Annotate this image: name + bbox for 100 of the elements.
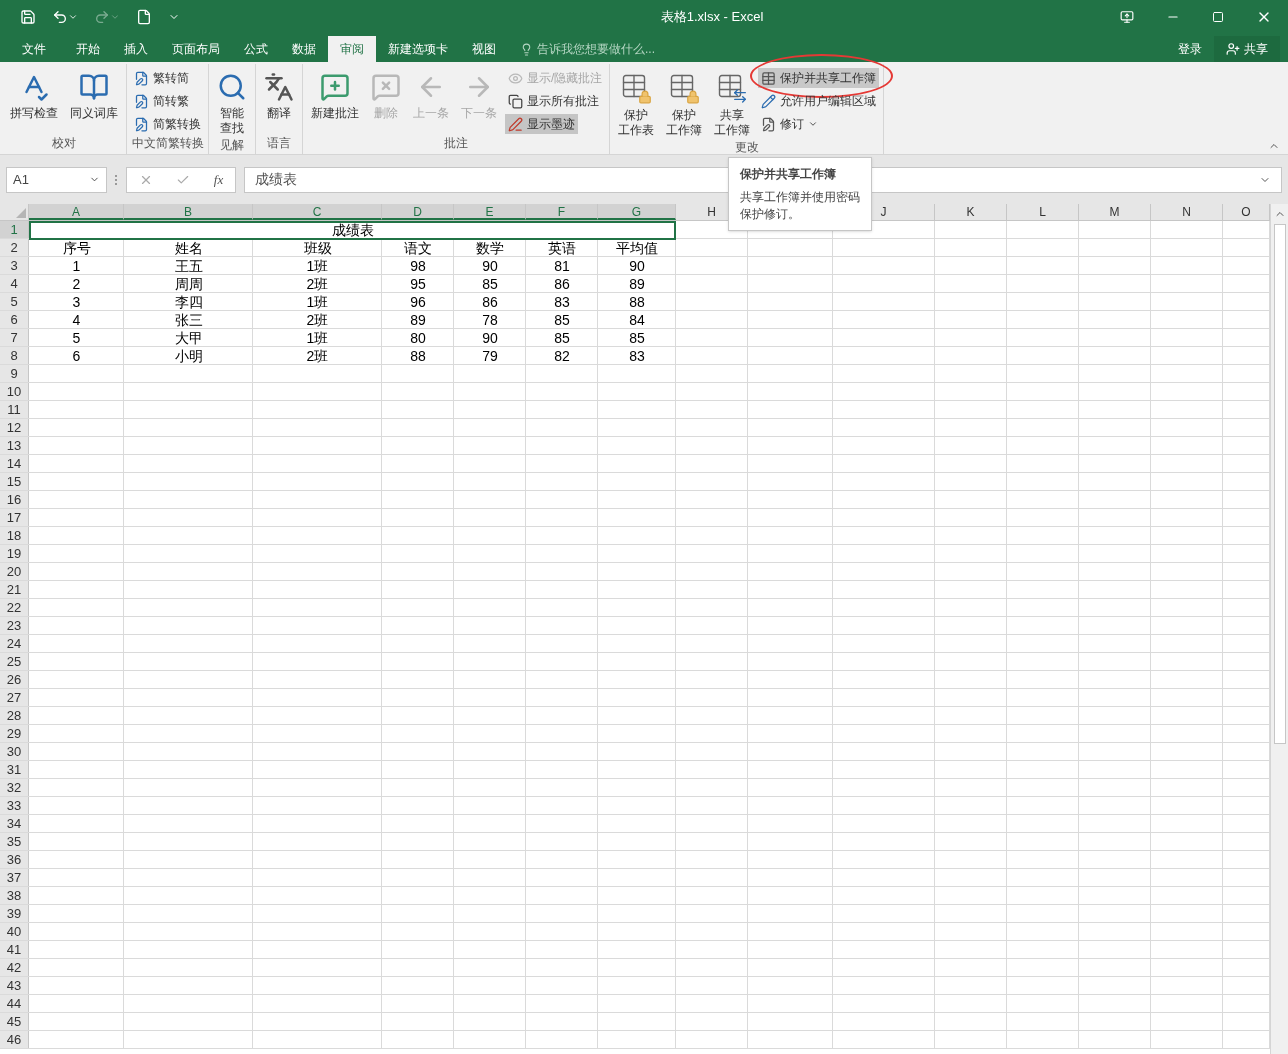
name-box[interactable]: A1 bbox=[6, 166, 107, 193]
ribbon-button[interactable]: 保护 工作表 bbox=[614, 68, 659, 138]
column-header[interactable]: B bbox=[124, 204, 253, 220]
ribbon-button[interactable]: 显示墨迹 bbox=[505, 114, 578, 134]
row-header[interactable]: 18 bbox=[0, 527, 29, 544]
row-header[interactable]: 17 bbox=[0, 509, 29, 526]
ribbon-button[interactable]: 共享 工作簿 bbox=[710, 68, 755, 138]
ribbon-tab[interactable]: 新建选项卡 bbox=[376, 36, 460, 62]
ribbon-tab[interactable]: 审阅 bbox=[328, 36, 376, 62]
row-header[interactable]: 46 bbox=[0, 1031, 29, 1048]
vertical-scrollbar[interactable] bbox=[1270, 204, 1288, 1054]
row-header[interactable]: 23 bbox=[0, 617, 29, 634]
ribbon-button[interactable]: 简繁转换 bbox=[131, 114, 204, 134]
ribbon-button[interactable]: 保护 工作簿 bbox=[662, 68, 707, 138]
row-header[interactable]: 3 bbox=[0, 257, 29, 274]
tell-me-field[interactable]: 告诉我您想要做什么... bbox=[508, 36, 667, 62]
row-header[interactable]: 13 bbox=[0, 437, 29, 454]
ribbon-tab[interactable]: 文件 bbox=[4, 36, 64, 62]
column-header[interactable]: D bbox=[382, 204, 454, 220]
ribbon-display-icon[interactable] bbox=[1120, 10, 1134, 24]
group-label: 见解 bbox=[219, 137, 245, 154]
row-header[interactable]: 34 bbox=[0, 815, 29, 832]
maximize-icon[interactable] bbox=[1212, 11, 1224, 23]
ribbon-button[interactable]: 允许用户编辑区域 bbox=[758, 91, 880, 111]
undo-icon[interactable] bbox=[52, 9, 68, 25]
ribbon-button[interactable]: 智能 查找 bbox=[213, 68, 251, 136]
ribbon-button[interactable]: 显示所有批注 bbox=[505, 91, 602, 111]
row-header[interactable]: 7 bbox=[0, 329, 29, 346]
scroll-thumb[interactable] bbox=[1273, 224, 1286, 744]
row-header[interactable]: 29 bbox=[0, 725, 29, 742]
column-header[interactable]: K bbox=[935, 204, 1007, 220]
row-header[interactable]: 27 bbox=[0, 689, 29, 706]
save-icon[interactable] bbox=[20, 9, 36, 25]
row-header[interactable]: 30 bbox=[0, 743, 29, 760]
row-header[interactable]: 21 bbox=[0, 581, 29, 598]
row-header[interactable]: 26 bbox=[0, 671, 29, 688]
ribbon-tab[interactable]: 页面布局 bbox=[160, 36, 232, 62]
row-header[interactable]: 41 bbox=[0, 941, 29, 958]
ribbon-button[interactable]: 修订 bbox=[758, 114, 822, 134]
new-file-icon[interactable] bbox=[136, 9, 152, 25]
ribbon-button[interactable]: 新建批注 bbox=[307, 68, 363, 121]
row-header[interactable]: 11 bbox=[0, 401, 29, 418]
row-header[interactable]: 22 bbox=[0, 599, 29, 616]
row-header[interactable]: 9 bbox=[0, 365, 29, 382]
column-header[interactable]: E bbox=[454, 204, 526, 220]
row-header[interactable]: 4 bbox=[0, 275, 29, 292]
row-header[interactable]: 45 bbox=[0, 1013, 29, 1030]
column-header[interactable]: G bbox=[598, 204, 676, 220]
row-header[interactable]: 5 bbox=[0, 293, 29, 310]
row-header[interactable]: 31 bbox=[0, 761, 29, 778]
row-header[interactable]: 28 bbox=[0, 707, 29, 724]
column-header[interactable]: F bbox=[526, 204, 598, 220]
column-header[interactable]: C bbox=[253, 204, 382, 220]
redo-icon[interactable] bbox=[94, 9, 110, 25]
ribbon-tab[interactable]: 公式 bbox=[232, 36, 280, 62]
function-icon[interactable]: fx bbox=[213, 169, 224, 190]
title-cell[interactable]: 成绩表 bbox=[29, 221, 676, 240]
row-header[interactable]: 24 bbox=[0, 635, 29, 652]
row-header[interactable]: 39 bbox=[0, 905, 29, 922]
row-header[interactable]: 36 bbox=[0, 851, 29, 868]
row-header[interactable]: 38 bbox=[0, 887, 29, 904]
caret-icon[interactable] bbox=[68, 12, 78, 22]
column-header[interactable]: L bbox=[1007, 204, 1079, 220]
ribbon-tab[interactable]: 开始 bbox=[64, 36, 112, 62]
row-header[interactable]: 37 bbox=[0, 869, 29, 886]
ribbon-tab[interactable]: 插入 bbox=[112, 36, 160, 62]
row-header[interactable]: 15 bbox=[0, 473, 29, 490]
ribbon-button[interactable]: 同义词库 bbox=[66, 68, 122, 121]
sign-in-link[interactable]: 登录 bbox=[1166, 36, 1214, 62]
row-header[interactable]: 44 bbox=[0, 995, 29, 1012]
row-header[interactable]: 19 bbox=[0, 545, 29, 562]
row-header[interactable]: 1 bbox=[0, 221, 29, 238]
column-header[interactable]: M bbox=[1079, 204, 1151, 220]
row-header[interactable]: 20 bbox=[0, 563, 29, 580]
row-header[interactable]: 33 bbox=[0, 797, 29, 814]
row-header[interactable]: 8 bbox=[0, 347, 29, 364]
row-header[interactable]: 10 bbox=[0, 383, 29, 400]
ribbon-button[interactable]: 翻译 bbox=[260, 68, 298, 121]
ribbon-button[interactable]: 保护并共享工作簿 bbox=[758, 68, 880, 88]
caret-icon[interactable] bbox=[110, 12, 120, 22]
ribbon-button[interactable]: 拼写检查 bbox=[6, 68, 62, 121]
row-header[interactable]: 35 bbox=[0, 833, 29, 850]
ribbon-tab[interactable]: 视图 bbox=[460, 36, 508, 62]
row-header[interactable]: 6 bbox=[0, 311, 29, 328]
ribbon-button[interactable]: 简转繁 bbox=[131, 91, 192, 111]
ribbon-tab[interactable]: 数据 bbox=[280, 36, 328, 62]
row-header[interactable]: 2 bbox=[0, 239, 29, 256]
row-header[interactable]: 25 bbox=[0, 653, 29, 670]
row-header[interactable]: 12 bbox=[0, 419, 29, 436]
row-header[interactable]: 32 bbox=[0, 779, 29, 796]
column-header[interactable]: A bbox=[29, 204, 124, 220]
ribbon-button[interactable]: 繁转简 bbox=[131, 68, 192, 88]
share-button[interactable]: 共享 bbox=[1214, 36, 1280, 62]
row-header[interactable]: 40 bbox=[0, 923, 29, 940]
row-header[interactable]: 14 bbox=[0, 455, 29, 472]
separator-icon bbox=[115, 174, 118, 185]
row-header[interactable]: 16 bbox=[0, 491, 29, 508]
row-header[interactable]: 42 bbox=[0, 959, 29, 976]
column-header[interactable]: N bbox=[1151, 204, 1223, 220]
row-header[interactable]: 43 bbox=[0, 977, 29, 994]
